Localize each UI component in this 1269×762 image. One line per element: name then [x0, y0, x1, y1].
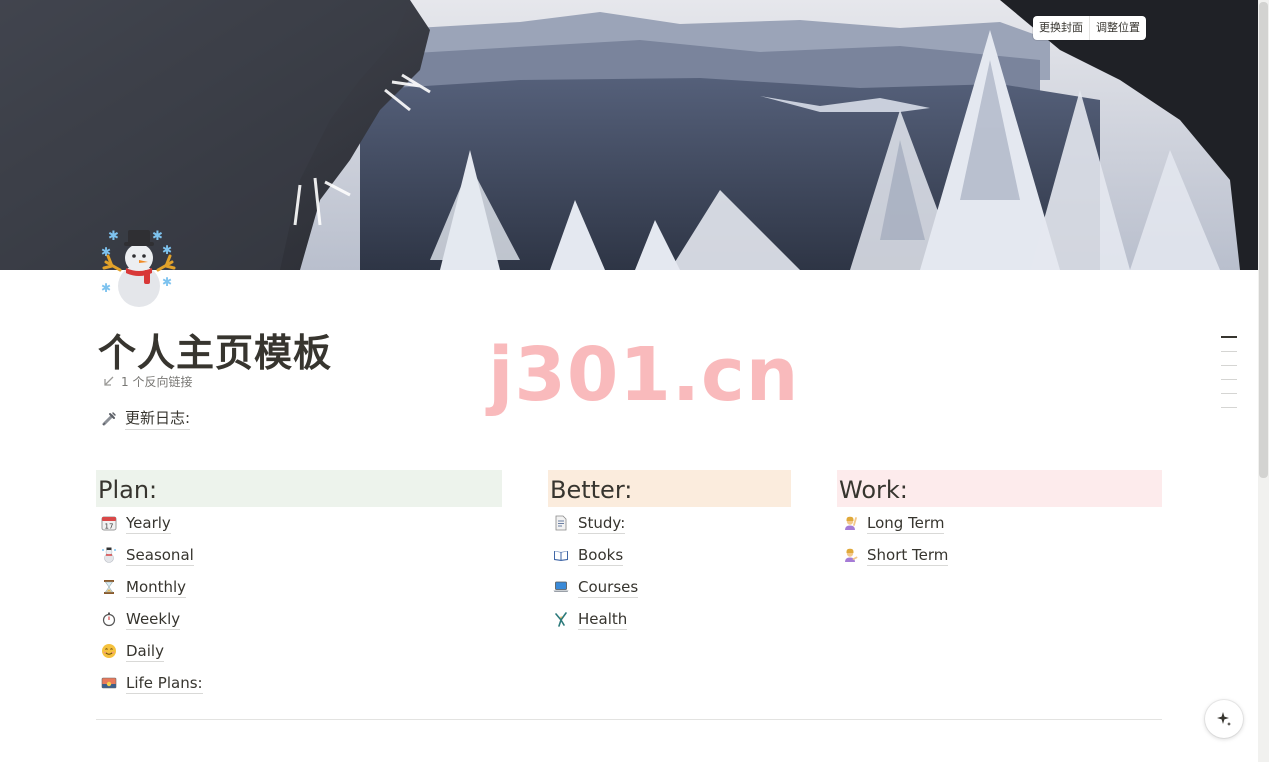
link-monthly[interactable]: Monthly — [96, 571, 502, 603]
link-label: Yearly — [126, 513, 171, 534]
scrollbar-thumb[interactable] — [1259, 2, 1268, 478]
link-seasonal[interactable]: Seasonal — [96, 539, 502, 571]
hourglass-icon — [100, 578, 118, 596]
better-column: Better: Study: Books Courses Health — [548, 470, 791, 635]
link-life-plans[interactable]: Life Plans: — [96, 667, 502, 699]
link-label: Life Plans: — [126, 673, 203, 694]
link-long-term[interactable]: Long Term — [837, 507, 1162, 539]
link-label: Study: — [578, 513, 626, 534]
svg-text:✱: ✱ — [101, 281, 111, 295]
svg-text:17: 17 — [105, 523, 114, 531]
cartwheel-icon — [552, 610, 570, 628]
open-book-icon — [552, 546, 570, 564]
arrow-down-left-icon — [104, 376, 114, 386]
person-raising-hand-icon — [841, 514, 859, 532]
work-column: Work: Long Term Short Term — [837, 470, 1162, 571]
outline-line[interactable] — [1221, 393, 1237, 394]
link-health[interactable]: Health — [548, 603, 791, 635]
outline-line[interactable] — [1221, 351, 1237, 352]
link-books[interactable]: Books — [548, 539, 791, 571]
cover-landscape — [0, 0, 1258, 270]
link-label: Health — [578, 609, 628, 630]
link-label: Weekly — [126, 609, 181, 630]
work-heading[interactable]: Work: — [837, 470, 1162, 507]
smiley-icon — [100, 642, 118, 660]
cover-image[interactable]: 更换封面 调整位置 — [0, 0, 1258, 270]
link-yearly[interactable]: 17 Yearly — [96, 507, 502, 539]
snowman-icon: ✱ ✱ ✱ ✱ ✱ ✱ — [101, 229, 176, 307]
laptop-icon — [552, 578, 570, 596]
link-courses[interactable]: Courses — [548, 571, 791, 603]
outline-line[interactable] — [1221, 365, 1237, 366]
document-icon — [552, 514, 570, 532]
link-label: Monthly — [126, 577, 187, 598]
page-scrollbar[interactable] — [1258, 0, 1269, 762]
link-daily[interactable]: Daily — [96, 635, 502, 667]
outline-line[interactable] — [1221, 336, 1237, 338]
sparkle-icon — [1217, 712, 1231, 726]
link-label: Short Term — [867, 545, 949, 566]
link-short-term[interactable]: Short Term — [837, 539, 1162, 571]
snowman-icon — [100, 546, 118, 564]
svg-text:✱: ✱ — [162, 275, 172, 289]
outline-line[interactable] — [1221, 407, 1237, 408]
table-of-contents-outline[interactable] — [1221, 336, 1239, 421]
link-study[interactable]: Study: — [548, 507, 791, 539]
plan-column: Plan: 17 Yearly Seasonal Monthly Weekly … — [96, 470, 502, 699]
changelog-link[interactable]: 更新日志: — [101, 407, 191, 430]
sunrise-icon — [100, 674, 118, 692]
plan-heading[interactable]: Plan: — [96, 470, 502, 507]
link-label: Books — [578, 545, 624, 566]
syringe-icon — [102, 411, 116, 425]
link-label: Daily — [126, 641, 164, 662]
divider — [96, 719, 1162, 720]
page-title[interactable]: 个人主页模板 — [98, 322, 332, 377]
stopwatch-icon — [100, 610, 118, 628]
link-label: Seasonal — [126, 545, 194, 566]
better-heading[interactable]: Better: — [548, 470, 791, 507]
svg-text:✱: ✱ — [108, 229, 119, 244]
cover-actions: 更换封面 调整位置 — [1033, 16, 1146, 40]
reposition-cover-button[interactable]: 调整位置 — [1089, 16, 1146, 40]
page-icon[interactable]: ✱ ✱ ✱ ✱ ✱ ✱ — [100, 226, 178, 308]
person-tipping-hand-icon — [841, 546, 859, 564]
changelog-label: 更新日志: — [125, 407, 191, 430]
backlinks-label: 1 个反向链接 — [121, 375, 193, 389]
watermark: j301.cn — [488, 332, 800, 418]
outline-line[interactable] — [1221, 379, 1237, 380]
link-label: Courses — [578, 577, 639, 598]
change-cover-button[interactable]: 更换封面 — [1033, 16, 1089, 40]
svg-text:✱: ✱ — [152, 229, 163, 244]
backlinks[interactable]: 1 个反向链接 — [102, 373, 192, 390]
link-weekly[interactable]: Weekly — [96, 603, 502, 635]
notion-ai-button[interactable] — [1205, 700, 1243, 738]
link-label: Long Term — [867, 513, 945, 534]
calendar-icon: 17 — [100, 514, 118, 532]
